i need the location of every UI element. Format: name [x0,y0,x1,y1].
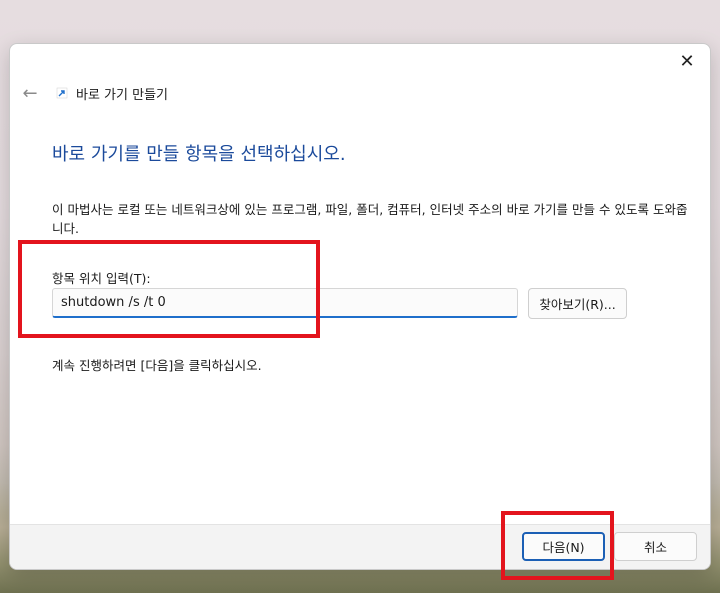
page-title: 바로 가기를 만들 항목을 선택하십시오. [52,144,346,165]
close-icon: ✕ [679,50,695,72]
back-arrow-icon: ← [22,82,38,104]
continue-hint: 계속 진행하려면 [다음]을 클릭하십시오. [52,358,262,373]
wizard-description: 이 마법사는 로컬 또는 네트워크상에 있는 프로그램, 파일, 폴더, 컴퓨터… [52,202,688,236]
shortcut-icon [54,85,70,101]
annotation-box-location [18,240,320,338]
cancel-button[interactable]: 취소 [614,532,697,561]
back-button[interactable]: ← [18,81,42,105]
window-title: 바로 가기 만들기 [76,87,168,103]
browse-button[interactable]: 찾아보기(R)... [528,288,627,319]
wizard-header: ← 바로 가기 만들기 [18,80,168,106]
close-button[interactable]: ✕ [670,48,704,74]
annotation-box-next [501,511,614,580]
